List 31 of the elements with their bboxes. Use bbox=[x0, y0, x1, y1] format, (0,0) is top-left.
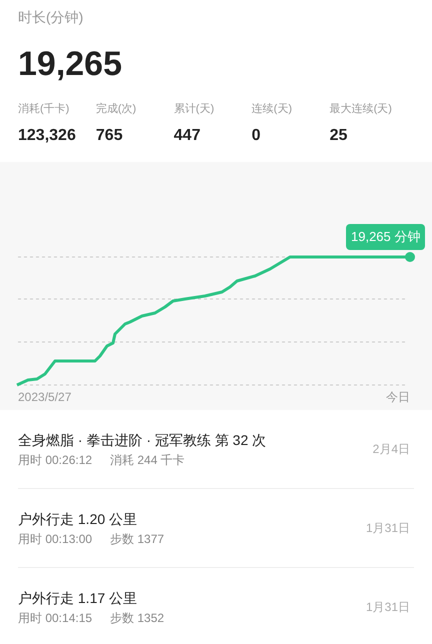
stat-label: 最大连续(天) bbox=[330, 102, 393, 116]
summary-value: 19,265 bbox=[18, 44, 123, 84]
record-row[interactable]: 户外行走 1.20 公里 用时 00:13:00 步数 1377 1月31日 bbox=[18, 489, 414, 568]
stat-value: 447 bbox=[174, 126, 202, 146]
stat-label: 完成(次) bbox=[96, 102, 138, 116]
chart-end-point bbox=[405, 252, 415, 262]
record-duration: 用时 00:26:12 bbox=[18, 452, 92, 468]
stat-value: 765 bbox=[96, 126, 124, 146]
record-row[interactable]: 户外行走 1.17 公里 用时 00:14:15 步数 1352 1月31日 bbox=[18, 568, 414, 644]
stat-value: 0 bbox=[252, 126, 262, 146]
record-title: 户外行走 1.20 公里 bbox=[18, 510, 138, 528]
record-date: 1月31日 bbox=[366, 520, 410, 536]
record-detail: 步数 1377 bbox=[110, 532, 164, 546]
x-axis-label: 2023/5/27 bbox=[18, 390, 72, 404]
stat-label: 连续(天) bbox=[252, 102, 293, 116]
record-title: 户外行走 1.17 公里 bbox=[18, 589, 138, 607]
record-duration: 用时 00:14:15 bbox=[18, 611, 92, 626]
stat-label: 累计(天) bbox=[174, 102, 216, 116]
stat-label: 消耗(千卡) bbox=[18, 102, 70, 116]
chart-tooltip: 19,265 分钟 bbox=[346, 224, 426, 250]
record-detail: 步数 1352 bbox=[110, 611, 164, 626]
record-duration: 用时 00:13:00 bbox=[18, 532, 92, 546]
record-detail: 消耗 244 千卡 bbox=[110, 452, 185, 468]
stat-value: 25 bbox=[330, 126, 348, 146]
stat-value: 123,326 bbox=[18, 126, 77, 146]
record-date: 1月31日 bbox=[366, 600, 410, 615]
record-title: 全身燃脂 · 拳击进阶 · 冠军教练 第 32 次 bbox=[18, 430, 266, 448]
x-axis-label: 今日 bbox=[386, 390, 410, 404]
summary-label: 时长(分钟) bbox=[18, 8, 84, 26]
record-row[interactable]: 全身燃脂 · 拳击进阶 · 冠军教练 第 32 次 用时 00:26:12 消耗 244 千卡 2月4日 bbox=[18, 410, 414, 489]
record-date: 2月4日 bbox=[372, 442, 410, 456]
